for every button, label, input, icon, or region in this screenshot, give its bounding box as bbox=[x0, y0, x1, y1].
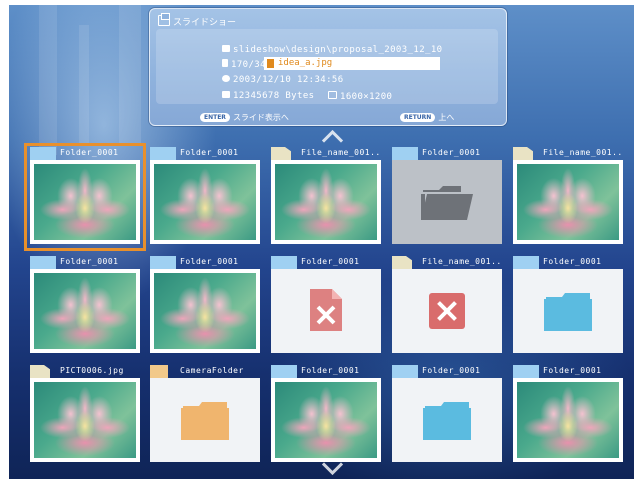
thumbnail bbox=[150, 378, 260, 462]
grid-item[interactable]: Folder_0001 bbox=[271, 364, 381, 464]
grid-item[interactable]: Folder_0001 bbox=[392, 146, 502, 246]
grid-item-label: Folder_0001 bbox=[422, 148, 481, 157]
grid-item-label: Folder_0001 bbox=[422, 366, 481, 375]
panel-title: スライドショー bbox=[158, 13, 236, 28]
folder-icon bbox=[392, 365, 418, 379]
file-icon bbox=[267, 59, 274, 68]
clock-icon bbox=[222, 75, 230, 82]
flower-photo bbox=[275, 164, 377, 240]
grid-item[interactable]: Folder_0001 bbox=[150, 146, 260, 246]
slideshow-screen: スライドショー slideshow\design\proposal_2003_1… bbox=[9, 5, 634, 479]
info-panel: スライドショー slideshow\design\proposal_2003_1… bbox=[149, 8, 507, 126]
folder-icon bbox=[513, 365, 539, 379]
grid-item[interactable]: File_name_001... bbox=[392, 255, 502, 355]
return-key-badge: RETURN bbox=[400, 113, 436, 122]
blue-folder-icon bbox=[544, 293, 592, 331]
thumbnail bbox=[150, 269, 260, 353]
grid-item-label: File_name_001... bbox=[301, 148, 379, 157]
grid-item[interactable]: File_name_001... bbox=[513, 146, 623, 246]
thumbnail bbox=[271, 160, 381, 244]
orange-folder-icon bbox=[181, 402, 229, 440]
enter-hint[interactable]: ENTER スライド表示へ bbox=[200, 112, 289, 123]
return-hint[interactable]: RETURN 上へ bbox=[400, 112, 454, 123]
flower-photo bbox=[34, 382, 136, 458]
file-name-field: idea_a.jpg bbox=[264, 57, 440, 70]
folder-icon bbox=[30, 256, 56, 270]
flower-photo bbox=[517, 164, 619, 240]
thumbnail bbox=[30, 378, 140, 462]
thumbnail bbox=[392, 160, 502, 244]
background-stripe bbox=[119, 5, 141, 145]
grid-item[interactable]: File_name_001... bbox=[271, 146, 381, 246]
thumbnail bbox=[30, 269, 140, 353]
path-row: slideshow\design\proposal_2003_12_10 bbox=[222, 45, 442, 55]
gray-folder-icon bbox=[421, 186, 473, 220]
folder-icon bbox=[513, 256, 539, 270]
thumbnail bbox=[271, 269, 381, 353]
thumbnail bbox=[513, 269, 623, 353]
thumbnail bbox=[392, 269, 502, 353]
error-icon bbox=[429, 293, 465, 329]
file-counter-icon bbox=[222, 59, 228, 67]
background-stripe bbox=[79, 25, 89, 145]
grid-item-label: File_name_001... bbox=[543, 148, 621, 157]
thumbnail bbox=[271, 378, 381, 462]
grid-item[interactable]: CameraFolder bbox=[150, 364, 260, 464]
grid-item[interactable]: Folder_0001 bbox=[24, 143, 146, 251]
thumbnail bbox=[513, 160, 623, 244]
file-icon bbox=[271, 147, 291, 161]
flower-photo bbox=[517, 382, 619, 458]
folder-path-icon bbox=[222, 45, 230, 52]
grid-item[interactable]: Folder_0001 bbox=[513, 255, 623, 355]
thumbnail bbox=[513, 378, 623, 462]
grid-item[interactable]: Folder_0001 bbox=[30, 255, 140, 355]
thumbnail bbox=[392, 378, 502, 462]
grid-item-label: Folder_0001 bbox=[180, 148, 239, 157]
broken-file-icon bbox=[310, 289, 342, 331]
background-stripe bbox=[39, 5, 57, 155]
grid-item-label: Folder_0001 bbox=[301, 366, 360, 375]
grid-item[interactable]: Folder_0001 bbox=[392, 364, 502, 464]
grid-item-label: Folder_0001 bbox=[301, 257, 360, 266]
slideshow-icon bbox=[158, 13, 170, 26]
flower-photo bbox=[154, 273, 256, 349]
thumbnail bbox=[150, 160, 260, 244]
flower-photo bbox=[34, 273, 136, 349]
folder-icon bbox=[150, 147, 176, 161]
camera-folder-icon bbox=[150, 365, 168, 379]
datetime-row: 2003/12/10 12:34:56 bbox=[222, 75, 344, 85]
file-icon bbox=[30, 365, 50, 379]
grid-item-label: CameraFolder bbox=[180, 366, 244, 375]
grid-item[interactable]: PICT0006.jpg bbox=[30, 364, 140, 464]
resolution-row: 1600×1200 bbox=[328, 91, 392, 102]
file-icon bbox=[513, 147, 533, 161]
grid-item-label: Folder_0001 bbox=[60, 257, 119, 266]
size-row: 12345678 Bytes bbox=[222, 91, 314, 101]
grid-item[interactable]: Folder_0001 bbox=[271, 255, 381, 355]
file-icon bbox=[392, 256, 412, 270]
blue-folder-icon bbox=[423, 402, 471, 440]
flower-photo bbox=[154, 164, 256, 240]
grid-item-label: Folder_0001 bbox=[543, 257, 602, 266]
filesize-icon bbox=[222, 91, 230, 98]
enter-key-badge: ENTER bbox=[200, 113, 230, 122]
grid-item[interactable]: Folder_0001 bbox=[150, 255, 260, 355]
grid-item-label: PICT0006.jpg bbox=[60, 366, 124, 375]
grid-item-label: Folder_0001 bbox=[180, 257, 239, 266]
grid-item-label: Folder_0001 bbox=[543, 366, 602, 375]
grid-item-label: File_name_001... bbox=[422, 257, 500, 266]
folder-icon bbox=[392, 147, 418, 161]
grid-item[interactable]: Folder_0001 bbox=[513, 364, 623, 464]
folder-icon bbox=[150, 256, 176, 270]
folder-icon bbox=[271, 365, 297, 379]
flower-photo bbox=[275, 382, 377, 458]
folder-icon bbox=[271, 256, 297, 270]
selection-highlight bbox=[24, 143, 146, 251]
resolution-icon bbox=[328, 91, 337, 99]
